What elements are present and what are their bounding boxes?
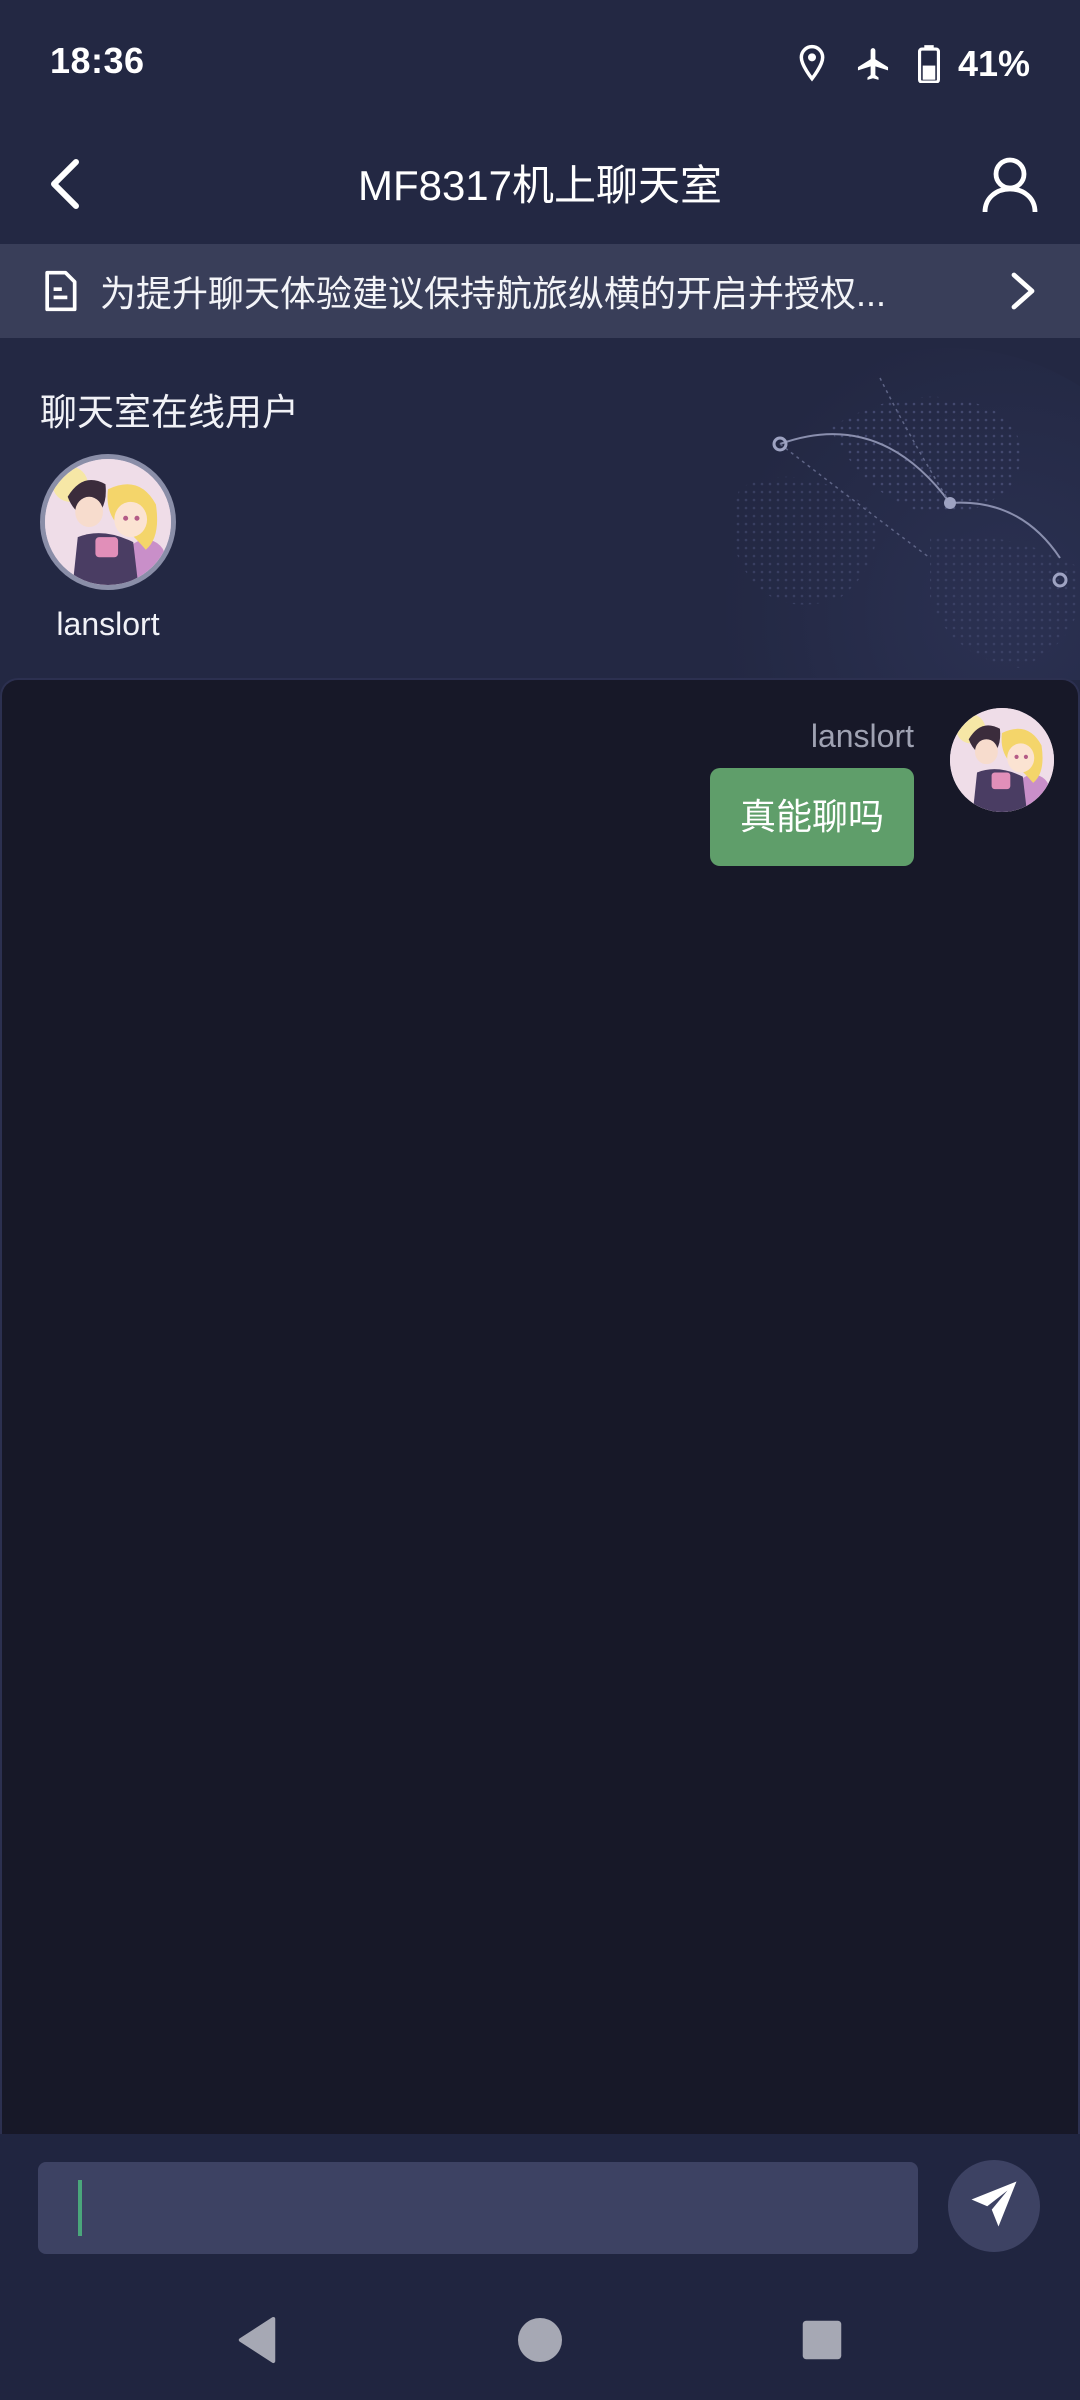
page-title: MF8317机上聊天室 (357, 162, 723, 209)
online-user-item[interactable]: lanslort (38, 454, 178, 643)
triangle-back-icon (235, 2315, 281, 2370)
nav-back-button[interactable] (218, 2302, 298, 2382)
notice-text: 为提升聊天体验建议保持航旅纵横的开启并授权... (100, 273, 887, 314)
notice-banner[interactable]: 为提升聊天体验建议保持航旅纵横的开启并授权... (0, 244, 1080, 338)
system-navigation-bar (0, 2274, 1080, 2400)
globe-decoration (710, 348, 1080, 680)
battery-icon (917, 45, 940, 83)
user-icon (980, 154, 1040, 219)
chevron-right-icon (1002, 271, 1042, 311)
message-input[interactable] (38, 2162, 918, 2254)
message-sender-name: lanslort (810, 718, 914, 754)
nav-home-button[interactable] (500, 2302, 580, 2382)
chat-message-list[interactable]: lanslort 真能聊吗 (0, 678, 1080, 2134)
square-recents-icon (801, 2319, 843, 2366)
avatar[interactable] (950, 708, 1054, 812)
send-button[interactable] (948, 2160, 1040, 2252)
chat-room-screen: 18:36 41% MF8317机上聊天室 为提升聊天体验建议保持航旅纵横的开启… (0, 0, 1080, 2400)
chat-message: lanslort 真能聊吗 (354, 698, 1054, 866)
back-button[interactable] (30, 150, 102, 222)
text-cursor (78, 2180, 82, 2236)
status-time: 18:36 (50, 40, 145, 81)
header-bar: MF8317机上聊天室 (0, 128, 1080, 244)
message-input-bar (0, 2134, 1080, 2274)
status-icons: 41% (796, 38, 1030, 90)
online-users-title: 聊天室在线用户 (40, 392, 299, 433)
online-users-section: 聊天室在线用户 lanslort (0, 338, 1080, 680)
battery-percent: 41% (957, 43, 1030, 84)
message-bubble[interactable]: 真能聊吗 (709, 768, 914, 866)
profile-button[interactable] (970, 146, 1050, 226)
online-user-name: lanslort (56, 606, 160, 642)
status-bar: 18:36 41% (0, 0, 1080, 128)
document-icon (38, 269, 82, 313)
location-icon (796, 44, 828, 84)
nav-recents-button[interactable] (782, 2302, 862, 2382)
chevron-left-icon (46, 158, 86, 215)
avatar (40, 454, 176, 590)
airplane-mode-icon (854, 44, 892, 84)
send-icon (967, 2177, 1021, 2236)
circle-home-icon (516, 2316, 564, 2369)
